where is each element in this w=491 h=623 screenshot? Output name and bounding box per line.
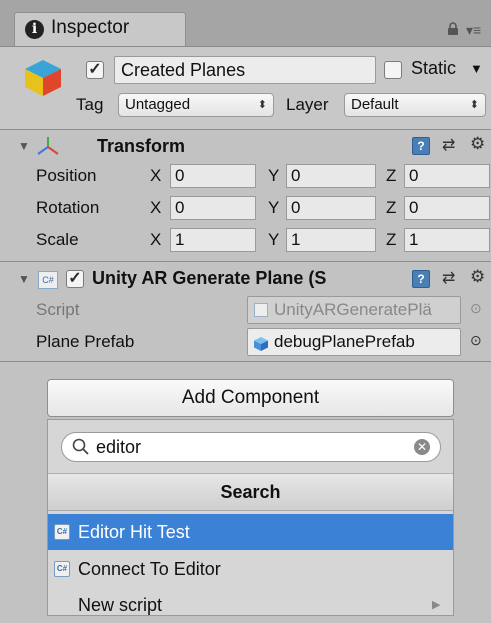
scale-y-field[interactable]: 1 [286,228,376,252]
prefab-value: debugPlanePrefab [274,332,415,351]
axis-label-x: X [150,198,162,217]
position-x-field[interactable]: 0 [170,164,256,188]
transform-component: ▼ Transform ? ⇄ ⚙ Position X 0 Y 0 Z 0 R… [0,131,491,259]
transform-title: Transform [97,136,186,156]
object-picker-icon[interactable]: ⊙ [470,332,482,349]
axis-label-y: Y [268,230,280,249]
script-value: UnityARGeneratePlä [274,300,432,319]
tab-inspector[interactable]: i Inspector [14,12,186,46]
static-checkbox[interactable] [384,61,402,79]
csharp-script-icon: C# [54,524,70,540]
script-label: Script [36,300,80,319]
gameobject-header: ✓ Created Planes Static ▼ Tag Untagged ⬍… [0,47,491,129]
result-item-editor-hit-test[interactable]: C# Editor Hit Test [48,514,453,550]
layer-value: Default [351,96,399,113]
component-search-input[interactable]: editor ✕ [61,432,441,462]
axis-label-z: Z [386,166,397,185]
prefab-cube-icon [253,334,269,355]
position-y-field[interactable]: 0 [286,164,376,188]
object-name-field[interactable]: Created Planes [114,56,376,84]
result-item-new-script[interactable]: New script ▶ [48,587,453,623]
transform-axes-icon [36,135,60,162]
csharp-script-icon: C# [38,271,58,289]
row-label: Position [36,166,97,185]
layer-dropdown[interactable]: Default ⬍ [344,93,486,117]
component-title: Unity AR Generate Plane (S [92,268,327,288]
axis-label-z: Z [386,230,397,249]
rotation-x-field[interactable]: 0 [170,196,256,220]
axis-label-y: Y [268,198,280,217]
gear-icon[interactable]: ⚙ [470,134,485,154]
position-z-field[interactable]: 0 [404,164,490,188]
result-label: Editor Hit Test [78,522,190,542]
divider [0,361,491,362]
lock-icon[interactable] [447,22,459,41]
transform-row-scale: Scale X 1 Y 1 Z 1 [0,227,491,257]
help-book-icon[interactable]: ? [412,270,430,288]
rotation-z-field[interactable]: 0 [404,196,490,220]
clear-search-icon[interactable]: ✕ [414,439,430,455]
rotation-y-field[interactable]: 0 [286,196,376,220]
object-picker-icon: ⊙ [470,300,482,316]
foldout-arrow-icon[interactable]: ▼ [18,139,30,153]
active-checkbox[interactable]: ✓ [86,61,104,79]
axis-label-y: Y [268,166,280,185]
axis-label-x: X [150,166,162,185]
transform-rows: Position X 0 Y 0 Z 0 Rotation X 0 Y 0 Z … [0,163,491,259]
csharp-script-icon: C# [54,561,70,577]
search-icon [72,438,90,461]
script-file-icon [254,303,268,317]
script-field: UnityARGeneratePlä [247,296,461,324]
row-label: Rotation [36,198,100,217]
row-label: Scale [36,230,79,249]
script-component: ▼ C# ✓ Unity AR Generate Plane (S ? ⇄ ⚙ … [0,262,491,360]
layer-label: Layer [286,95,329,114]
gameobject-cube-icon [22,57,64,104]
axis-label-z: Z [386,198,397,217]
transform-row-position: Position X 0 Y 0 Z 0 [0,163,491,193]
tab-label: Inspector [51,17,130,38]
static-dropdown-arrow-icon[interactable]: ▼ [470,61,483,76]
preset-icon[interactable]: ⇄ [442,135,455,155]
info-icon: i [25,20,44,39]
result-label: New script [78,595,163,615]
divider [0,129,491,130]
scale-z-field[interactable]: 1 [404,228,490,252]
plane-prefab-field[interactable]: debugPlanePrefab [247,328,461,356]
scale-x-field[interactable]: 1 [170,228,256,252]
result-item-connect-to-editor[interactable]: C# Connect To Editor [48,551,453,587]
plane-prefab-label: Plane Prefab [36,332,135,351]
preset-icon[interactable]: ⇄ [442,268,455,288]
tag-value: Untagged [125,96,191,113]
transform-row-rotation: Rotation X 0 Y 0 Z 0 [0,195,491,225]
add-component-button[interactable]: Add Component [47,379,454,417]
component-enabled-checkbox[interactable]: ✓ [66,270,84,288]
submenu-arrow-icon: ▶ [432,599,441,611]
foldout-arrow-icon[interactable]: ▼ [18,272,30,286]
add-component-popup: editor ✕ Search C# Editor Hit Test C# Co… [47,419,454,616]
axis-label-x: X [150,230,162,249]
static-label: Static [411,58,457,78]
tag-label: Tag [76,95,104,114]
dropdown-arrows-icon: ⬍ [257,99,267,111]
result-label: Connect To Editor [78,559,221,579]
help-book-icon[interactable]: ? [412,137,430,155]
gear-icon[interactable]: ⚙ [470,267,485,287]
search-value: editor [96,437,142,457]
search-results-header: Search [48,473,453,511]
inspector-tab-bar: i Inspector ▾≡ [0,0,491,47]
tag-dropdown[interactable]: Untagged ⬍ [118,93,274,117]
dropdown-arrows-icon: ⬍ [469,99,479,111]
context-menu-icon[interactable]: ▾≡ [466,22,481,39]
